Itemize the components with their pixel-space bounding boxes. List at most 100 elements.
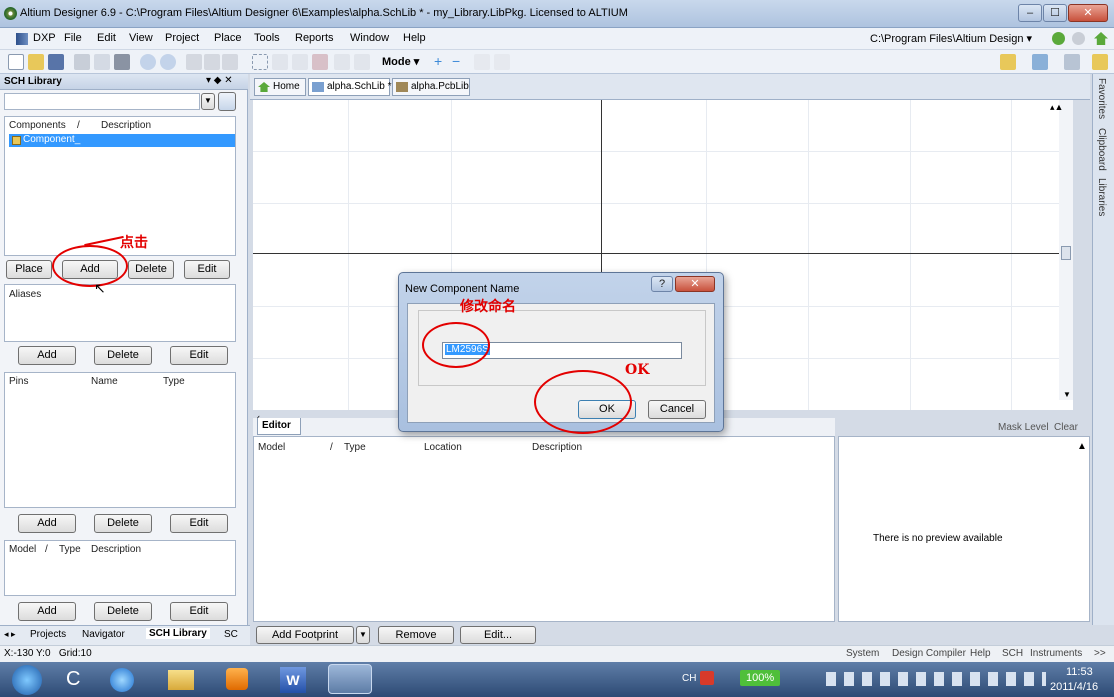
pins-list[interactable]: Pins Name Type bbox=[4, 372, 236, 508]
edit-component-button[interactable]: Edit bbox=[184, 260, 230, 279]
tray-icons[interactable] bbox=[826, 672, 1046, 686]
taskbar-app-icon[interactable]: C bbox=[66, 668, 80, 691]
tab-editor[interactable]: Editor bbox=[257, 418, 301, 435]
menu-dxp[interactable]: DXP bbox=[33, 32, 56, 44]
zoom-library-icon[interactable] bbox=[218, 92, 236, 111]
undo-icon[interactable] bbox=[334, 54, 350, 70]
explorer-icon[interactable] bbox=[168, 670, 194, 690]
add-footprint-button[interactable]: Add Footprint bbox=[256, 626, 354, 644]
tab-favorites[interactable]: Favorites bbox=[1096, 78, 1107, 119]
back-nav-icon[interactable] bbox=[1052, 32, 1065, 45]
scroll-up-icon[interactable]: ▴▲ bbox=[1050, 102, 1063, 113]
home-nav-icon[interactable] bbox=[1094, 32, 1108, 45]
menu-view[interactable]: View bbox=[129, 32, 153, 44]
aliases-col-header[interactable]: Aliases bbox=[9, 289, 41, 300]
tab-clipboard[interactable]: Clipboard bbox=[1096, 128, 1107, 171]
tab-navigator[interactable]: Navigator bbox=[82, 629, 125, 640]
forward-nav-icon[interactable] bbox=[1072, 32, 1085, 45]
redo-icon[interactable] bbox=[354, 54, 370, 70]
scroll-thumb[interactable] bbox=[1061, 246, 1071, 260]
add-model-button[interactable]: Add bbox=[18, 602, 76, 621]
delete-alias-button[interactable]: Delete bbox=[94, 346, 152, 365]
model-type-col-header[interactable]: Type bbox=[59, 544, 81, 555]
maximize-button[interactable]: ☐ bbox=[1043, 4, 1067, 22]
preview-icon[interactable] bbox=[94, 54, 110, 70]
menu-tools[interactable]: Tools bbox=[254, 32, 280, 44]
delete-component-button[interactable]: Delete bbox=[128, 260, 174, 279]
select-area-icon[interactable] bbox=[252, 54, 268, 70]
menu-window[interactable]: Window bbox=[350, 32, 389, 44]
grid-icon[interactable] bbox=[1064, 54, 1080, 70]
model-description-col-header[interactable]: Description bbox=[91, 544, 141, 555]
arrow-right-icon[interactable] bbox=[494, 54, 510, 70]
tab-sch[interactable]: SC bbox=[224, 629, 238, 640]
add-pin-button[interactable]: Add bbox=[18, 514, 76, 533]
edit-alias-button[interactable]: Edit bbox=[170, 346, 228, 365]
edit-pin-button[interactable]: Edit bbox=[170, 514, 228, 533]
preview-scroll-up-icon[interactable]: ▲ bbox=[1077, 441, 1087, 452]
close-window-button[interactable]: ✕ bbox=[1068, 4, 1108, 22]
altium-icon[interactable] bbox=[328, 664, 372, 694]
new-icon[interactable] bbox=[8, 54, 24, 70]
clear-button[interactable]: Clear bbox=[1054, 422, 1078, 433]
status-help[interactable]: Help bbox=[970, 648, 991, 659]
add-mode-icon[interactable]: + bbox=[434, 53, 442, 69]
components-col-header[interactable]: Components bbox=[9, 120, 66, 131]
edit-model-footprint-button[interactable]: Edit... bbox=[460, 626, 536, 644]
line-tool-icon[interactable] bbox=[1032, 54, 1048, 70]
menu-place[interactable]: Place bbox=[214, 32, 242, 44]
print-icon[interactable] bbox=[74, 54, 90, 70]
menu-project[interactable]: Project bbox=[165, 32, 199, 44]
aliases-list[interactable]: Aliases bbox=[4, 284, 236, 342]
tab-scroll-icon[interactable]: ◂ ▸ bbox=[4, 629, 16, 640]
dialog-help-button[interactable]: ? bbox=[651, 276, 673, 292]
editor-location-col-header[interactable]: Location bbox=[424, 442, 462, 453]
delete-pin-button[interactable]: Delete bbox=[94, 514, 152, 533]
mode-dropdown[interactable]: Mode ▾ bbox=[382, 55, 419, 68]
menu-help[interactable]: Help bbox=[403, 32, 426, 44]
pins-col-header[interactable]: Pins bbox=[9, 376, 28, 387]
zoom-indicator[interactable]: 100% bbox=[740, 670, 781, 686]
model-col-header[interactable]: Model bbox=[9, 544, 36, 555]
zoom-in-icon[interactable] bbox=[140, 54, 156, 70]
models-list[interactable]: Model / Type Description bbox=[4, 540, 236, 596]
tab-libraries[interactable]: Libraries bbox=[1096, 178, 1107, 216]
status-design-compiler[interactable]: Design Compiler bbox=[892, 648, 966, 659]
zoom-out-icon[interactable] bbox=[160, 54, 176, 70]
add-alias-button[interactable]: Add bbox=[18, 346, 76, 365]
edit-model-button[interactable]: Edit bbox=[170, 602, 228, 621]
ie-icon[interactable] bbox=[110, 668, 134, 692]
minimize-button[interactable]: – bbox=[1018, 4, 1042, 22]
component-row[interactable]: Component_ bbox=[9, 134, 235, 147]
library-icon[interactable] bbox=[1092, 54, 1108, 70]
status-system[interactable]: System bbox=[846, 648, 879, 659]
dialog-close-button[interactable]: ✕ bbox=[675, 276, 715, 292]
delete-model-button[interactable]: Delete bbox=[94, 602, 152, 621]
panel-controls-icon[interactable]: ▾ ◆ ✕ bbox=[206, 75, 233, 86]
cut-icon[interactable] bbox=[186, 54, 202, 70]
menu-file[interactable]: File bbox=[64, 32, 82, 44]
arrow-left-icon[interactable] bbox=[474, 54, 490, 70]
status-sch[interactable]: SCH bbox=[1002, 648, 1023, 659]
clear-filter-icon[interactable] bbox=[312, 54, 328, 70]
ime-icon[interactable] bbox=[700, 671, 714, 685]
open-icon[interactable] bbox=[28, 54, 44, 70]
add-footprint-dropdown[interactable]: ▼ bbox=[356, 626, 370, 644]
models-table[interactable]: Model / Type Location Description bbox=[253, 436, 835, 622]
paste-icon[interactable] bbox=[222, 54, 238, 70]
start-button-icon[interactable] bbox=[12, 665, 42, 695]
layer-icon[interactable] bbox=[114, 54, 130, 70]
component-icon[interactable] bbox=[1000, 54, 1016, 70]
description-col-header[interactable]: Description bbox=[101, 120, 151, 131]
save-icon[interactable] bbox=[48, 54, 64, 70]
remove-model-button[interactable]: Remove bbox=[378, 626, 454, 644]
place-button[interactable]: Place bbox=[6, 260, 52, 279]
media-player-icon[interactable] bbox=[226, 668, 248, 690]
editor-model-col-header[interactable]: Model bbox=[258, 442, 285, 453]
scroll-down-icon[interactable]: ▼ bbox=[1063, 390, 1071, 399]
mask-level-button[interactable]: Mask Level bbox=[998, 422, 1049, 433]
copy-icon[interactable] bbox=[204, 54, 220, 70]
deselect-icon[interactable] bbox=[292, 54, 308, 70]
component-filter-input[interactable] bbox=[4, 93, 200, 110]
path-combo[interactable]: C:\Program Files\Altium Design ▾ bbox=[870, 32, 1032, 45]
